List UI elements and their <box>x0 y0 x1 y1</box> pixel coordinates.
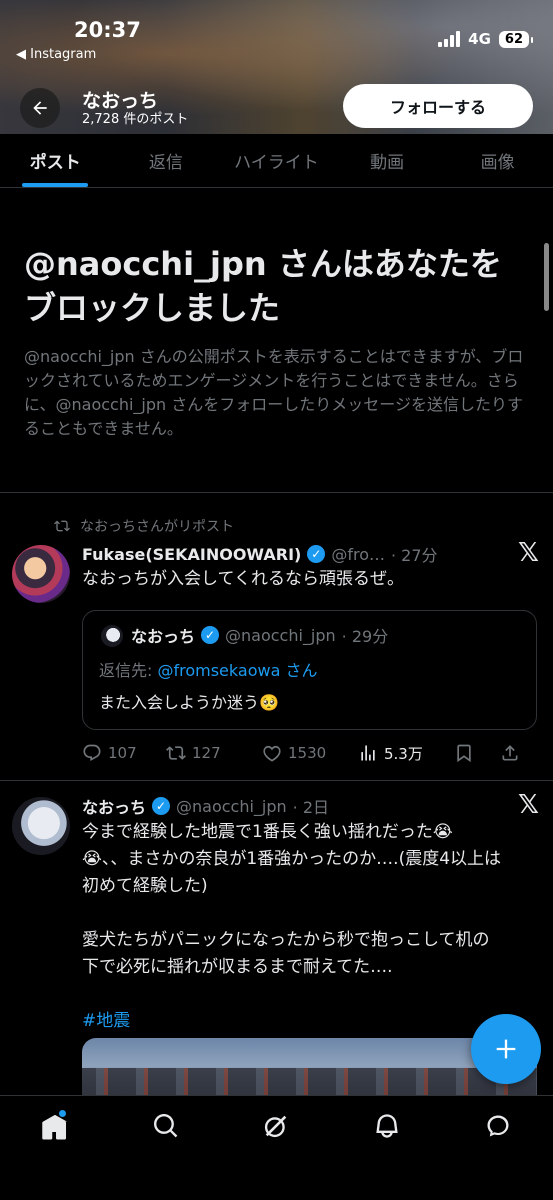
search-icon <box>153 1114 178 1138</box>
battery-icon: 62 <box>498 30 534 48</box>
views-button[interactable]: 5.3万 <box>358 743 454 764</box>
message-icon <box>487 1115 509 1137</box>
heart-icon <box>263 745 281 762</box>
like-button[interactable]: 1530 <box>262 743 358 763</box>
repost-indicator: なおっちさんがリポスト <box>54 516 234 536</box>
post-count: 2,728 件のポスト <box>82 112 189 127</box>
status-time: 20:37 <box>74 18 141 42</box>
avatar <box>101 625 123 647</box>
nav-grok[interactable] <box>246 1112 306 1148</box>
compose-button[interactable] <box>471 1014 541 1084</box>
nav-search[interactable] <box>136 1112 196 1148</box>
profile-tabs: ポスト 返信 ハイライト 動画 画像 <box>0 134 553 188</box>
reply-button[interactable]: 107 <box>82 743 166 763</box>
arrow-left-icon <box>33 101 47 115</box>
quote-author-handle: @naocchi_jpn <box>225 625 336 645</box>
nav-home[interactable] <box>25 1110 85 1148</box>
grok-icon <box>265 1115 287 1138</box>
reply-prefix: 返信先: <box>99 661 158 680</box>
tweet-text: 今まで経験した地震で1番長く強い揺れだった😭 😭、、まさかの奈良が1番強かったの… <box>82 819 537 1035</box>
tab-highlights[interactable]: ハイライト <box>221 134 332 187</box>
view-count: 5.3万 <box>384 744 423 763</box>
nav-messages[interactable] <box>468 1112 528 1148</box>
verified-badge-icon: ✓ <box>152 797 171 815</box>
quote-author-name: なおっち <box>131 627 196 646</box>
back-to-instagram-link[interactable]: ◀ Instagram <box>16 47 96 62</box>
signal-icon <box>438 31 461 47</box>
quote-post-time: · 29分 <box>341 627 389 646</box>
divider <box>0 780 553 781</box>
repost-count: 127 <box>192 744 221 762</box>
block-notice-title: @naocchi_jpn さんはあなたをブロックしました <box>24 245 502 327</box>
divider <box>0 492 553 493</box>
author-handle[interactable]: @naocchi_jpn <box>176 797 287 816</box>
tweet-line: 今まで経験した地震で1番長く強い揺れだった😭 <box>82 822 453 842</box>
back-button[interactable] <box>20 88 60 128</box>
repost-icon <box>54 520 70 532</box>
tweet-header: Fukase(SEKAINOOWARI) ✓ @fro… · 27分 <box>82 542 438 566</box>
tweet-line: 初めて経験した) <box>82 876 208 896</box>
reply-icon <box>83 744 101 761</box>
scrollbar[interactable] <box>544 243 549 311</box>
tweet-line: 😭、、まさかの奈良が1番強かったのか….(震度4以上は <box>82 849 502 869</box>
tweet-line: 愛犬たちがパニックになったから秒で抱っこして机の <box>82 930 490 950</box>
reply-context: 返信先: @fromsekaowa さん <box>99 657 317 681</box>
reply-count: 107 <box>108 744 137 762</box>
repost-icon <box>166 746 186 760</box>
profile-banner: 20:37 ◀ Instagram 4G 62 なおっち 2,728 件のポスト… <box>0 0 553 134</box>
bookmark-icon <box>457 744 471 763</box>
quoted-post[interactable]: なおっち ✓ @naocchi_jpn · 29分 返信先: @fromseka… <box>82 610 537 730</box>
author-name[interactable]: Fukase(SEKAINOOWARI) <box>82 545 301 564</box>
author-name[interactable]: なおっち <box>82 794 146 818</box>
repost-button[interactable]: 127 <box>166 743 262 763</box>
plus-icon <box>496 1039 516 1059</box>
verified-badge-icon: ✓ <box>307 545 326 563</box>
tweet-header: なおっち ✓ @naocchi_jpn · 2日 <box>82 794 329 818</box>
hashtag-link[interactable]: #地震 <box>82 1008 537 1035</box>
like-count: 1530 <box>288 744 327 762</box>
avatar[interactable] <box>12 797 70 855</box>
bottom-navigation <box>0 1095 553 1200</box>
network-type: 4G <box>468 30 491 48</box>
bell-icon <box>376 1114 398 1138</box>
x-logo-icon: 𝕏 <box>518 538 539 568</box>
tweet-text: なおっちが入会してくれるなら頑張るぜ。 <box>82 569 404 589</box>
author-handle[interactable]: @fro… <box>331 545 385 564</box>
share-icon <box>502 745 518 761</box>
home-icon <box>42 1115 68 1140</box>
tab-videos[interactable]: 動画 <box>332 134 443 187</box>
reply-to-link[interactable]: @fromsekaowa さん <box>157 661 317 680</box>
post-time: · 27分 <box>390 546 438 565</box>
x-logo-icon: 𝕏 <box>518 790 539 820</box>
block-notice-description: @naocchi_jpn さんの公開ポストを表示することはできますが、ブロックさ… <box>24 347 524 438</box>
quote-header: なおっち ✓ @naocchi_jpn · 29分 <box>131 623 388 647</box>
follow-button[interactable]: フォローする <box>343 84 533 128</box>
share-button[interactable] <box>500 743 530 763</box>
quote-text: また入会しようか迷う🥺 <box>99 693 279 712</box>
tab-posts[interactable]: ポスト <box>0 134 111 187</box>
tab-replies[interactable]: 返信 <box>111 134 222 187</box>
tweet-line: 下で必死に揺れが収まるまで耐えてた…. <box>82 957 393 977</box>
repost-label: なおっちさんがリポスト <box>80 519 234 535</box>
tweet-actions: 107 127 1530 5.3万 <box>82 738 542 768</box>
verified-badge-icon: ✓ <box>201 626 220 644</box>
nav-notifications[interactable] <box>357 1112 417 1148</box>
tab-images[interactable]: 画像 <box>442 134 553 187</box>
bookmark-button[interactable] <box>454 743 500 763</box>
avatar[interactable] <box>12 545 70 603</box>
views-chart-icon <box>361 745 375 761</box>
post-time: · 2日 <box>292 798 330 817</box>
status-indicators: 4G 62 <box>438 30 534 48</box>
